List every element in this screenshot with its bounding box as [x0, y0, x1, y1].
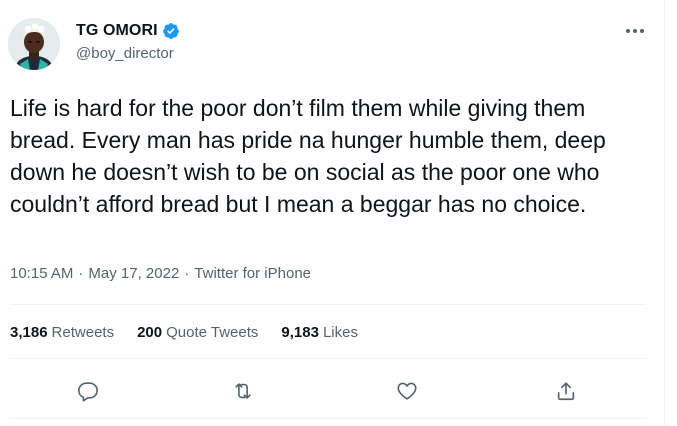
quote-tweets-stat[interactable]: 200 Quote Tweets — [137, 324, 258, 341]
share-button[interactable] — [551, 376, 581, 406]
meta-separator: · — [78, 265, 84, 282]
divider — [10, 358, 646, 359]
likes-label: Likes — [322, 324, 358, 341]
retweets-stat[interactable]: 3,186 Retweets — [10, 324, 114, 341]
avatar-image — [8, 18, 60, 70]
tweet-meta: 10:15 AM · May 17, 2022 · Twitter for iP… — [10, 265, 311, 282]
retweets-label: Retweets — [51, 324, 115, 341]
retweet-button[interactable] — [228, 376, 258, 406]
divider — [10, 304, 646, 305]
retweet-icon — [235, 383, 251, 399]
tweet-date[interactable]: May 17, 2022 — [88, 265, 179, 282]
meta-separator: · — [184, 265, 190, 282]
quotes-label: Quote Tweets — [166, 324, 259, 341]
retweets-count: 3,186 — [10, 324, 48, 341]
tweet-text: Life is hard for the poor don’t film the… — [10, 95, 606, 217]
reply-button[interactable] — [73, 376, 103, 406]
like-button[interactable] — [392, 376, 422, 406]
verified-badge-icon — [162, 22, 180, 40]
more-options-button[interactable] — [620, 20, 650, 42]
tweet-time[interactable]: 10:15 AM — [10, 265, 73, 282]
likes-count: 9,183 — [281, 324, 319, 341]
share-icon — [557, 382, 575, 401]
tweet-actions — [0, 376, 664, 406]
heart-icon — [397, 382, 417, 400]
author-display-name[interactable]: TG OMORI — [76, 22, 158, 40]
more-icon — [626, 29, 644, 33]
column-border — [664, 0, 665, 426]
quotes-count: 200 — [137, 324, 163, 341]
author-handle[interactable]: @boy_director — [76, 45, 174, 62]
avatar[interactable] — [8, 18, 60, 70]
tweet-stats: 3,186 Retweets 200 Quote Tweets 9,183 Likes — [10, 324, 358, 341]
likes-stat[interactable]: 9,183 Likes — [281, 324, 358, 341]
author-name-row[interactable]: TG OMORI — [76, 20, 180, 42]
divider — [10, 418, 646, 419]
reply-icon — [78, 382, 98, 402]
tweet-source[interactable]: Twitter for iPhone — [194, 265, 311, 282]
